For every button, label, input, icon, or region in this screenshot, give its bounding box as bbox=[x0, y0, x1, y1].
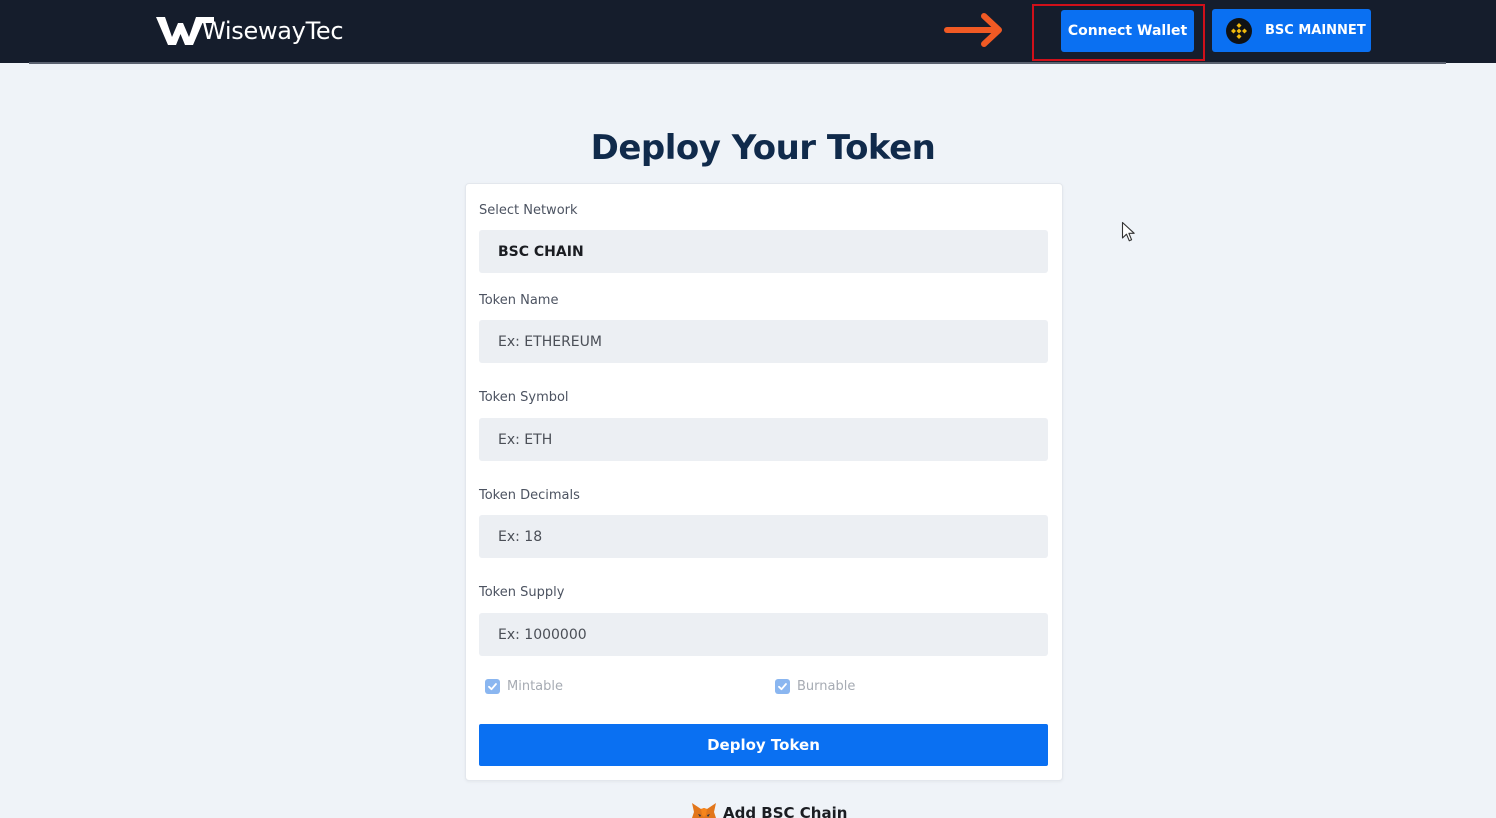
network-select[interactable]: BSC CHAIN bbox=[479, 230, 1048, 273]
checkmark-icon bbox=[778, 683, 787, 691]
token-name-input[interactable] bbox=[479, 320, 1048, 363]
select-network-label: Select Network bbox=[479, 203, 578, 218]
mintable-label: Mintable bbox=[507, 679, 563, 694]
add-bsc-chain-link[interactable]: Add BSC Chain bbox=[690, 800, 847, 818]
token-name-label: Token Name bbox=[479, 293, 559, 308]
token-symbol-input[interactable] bbox=[479, 418, 1048, 461]
network-switch-button[interactable]: BSC MAINNET bbox=[1212, 9, 1371, 52]
burnable-checkbox[interactable] bbox=[775, 679, 790, 694]
token-decimals-input[interactable] bbox=[479, 515, 1048, 558]
token-supply-label: Token Supply bbox=[479, 585, 565, 600]
checkmark-icon bbox=[488, 683, 497, 691]
mouse-pointer-icon bbox=[1121, 221, 1135, 242]
brand-name: WisewayTec bbox=[202, 17, 344, 45]
token-decimals-label: Token Decimals bbox=[479, 488, 580, 503]
burnable-label: Burnable bbox=[797, 679, 856, 694]
mintable-checkbox[interactable] bbox=[485, 679, 500, 694]
navbar-divider bbox=[29, 62, 1446, 64]
network-select-value: BSC CHAIN bbox=[498, 243, 584, 260]
deploy-token-button[interactable]: Deploy Token bbox=[479, 724, 1048, 766]
brand-logo[interactable]: WisewayTec bbox=[156, 14, 344, 48]
arrow-right-icon bbox=[944, 13, 1002, 47]
network-switch-label: BSC MAINNET bbox=[1265, 23, 1366, 38]
token-supply-input[interactable] bbox=[479, 613, 1048, 656]
bnb-coin-icon bbox=[1226, 17, 1252, 44]
connect-wallet-button[interactable]: Connect Wallet bbox=[1061, 10, 1194, 52]
page-title: Deploy Your Token bbox=[590, 128, 936, 168]
metamask-fox-icon bbox=[692, 803, 716, 818]
add-bsc-chain-label: Add BSC Chain bbox=[723, 804, 848, 818]
token-symbol-label: Token Symbol bbox=[479, 390, 569, 405]
